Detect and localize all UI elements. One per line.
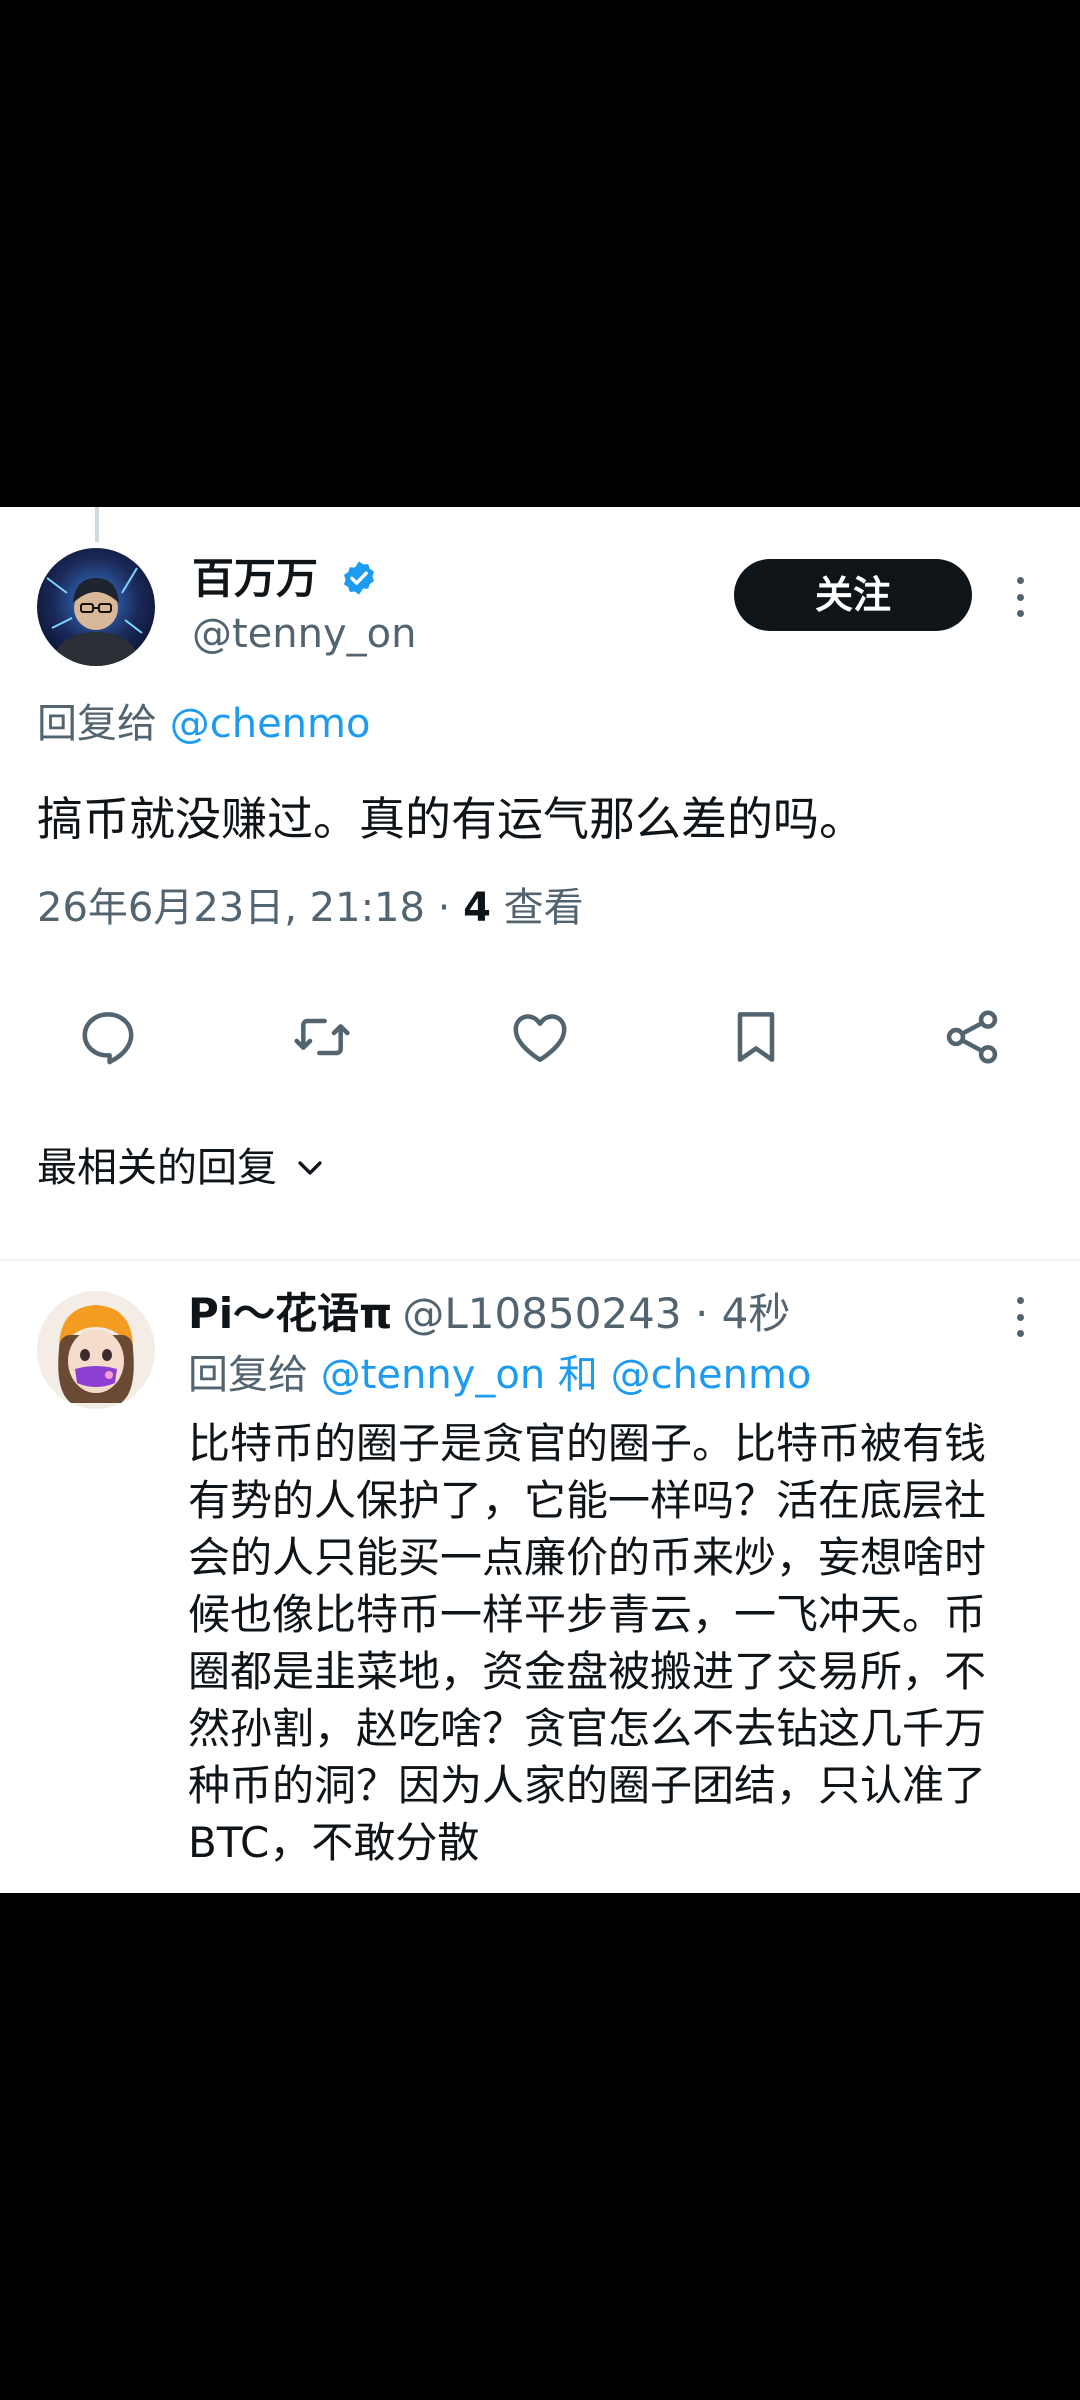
thread-line [95,507,99,542]
reply-to-prefix: 回复给 [37,701,157,747]
share-icon[interactable] [940,1005,1004,1069]
sort-replies-dropdown[interactable]: 最相关的回复 [37,1142,327,1194]
reply-display-name[interactable]: Pi～花语π [188,1289,392,1338]
top-black-area [0,0,1080,507]
tweet-text: 搞币就没赚过。真的有运气那么差的吗。 [37,792,865,846]
tweet-card: 百万万 @tenny_on 关注 回复给 @chenmo 搞币就没赚过。真的有运… [0,507,1080,1893]
reply-text: 比特币的圈子是贪官的圈子。比特币被有钱 有势的人保护了，它能一样吗？活在底层社 … [188,1415,1048,1871]
display-name[interactable]: 百万万 [192,553,318,605]
reply-handle[interactable]: @L10850243 [402,1289,681,1338]
like-icon[interactable] [508,1005,572,1069]
reply-text-line: BTC，不敢分散 [188,1818,480,1867]
avatar[interactable] [37,548,155,666]
reply-to-prefix: 回复给 [188,1352,308,1398]
reply-to-handle-link[interactable]: @tenny_on [321,1352,546,1398]
reply-text-line: 候也像比特币一样平步青云，一飞冲天。币 [188,1590,987,1639]
bottom-black-area [0,1893,1080,2400]
tweet-meta: 26年6月23日, 21:18 · 4 查看 [37,882,584,934]
reply-time: · 4秒 [694,1289,791,1338]
retweet-icon[interactable] [290,1005,354,1069]
timestamp[interactable]: 26年6月23日, 21:18 · [37,885,463,931]
reply-text-line: 种币的洞？因为人家的圈子团结，只认准了 [188,1761,987,1810]
reply-to-handle-link[interactable]: @chenmo [170,701,371,747]
reply-to-line: 回复给 @chenmo [37,699,370,749]
views-label: 查看 [490,885,584,931]
reply-icon[interactable] [76,1005,140,1069]
follow-button[interactable]: 关注 [734,559,972,631]
views-count: 4 [463,885,491,931]
reply-text-line: 有势的人保护了，它能一样吗？活在底层社 [188,1476,987,1525]
reply-text-line: 比特币的圈子是贪官的圈子。比特币被有钱 [188,1419,987,1468]
sort-label: 最相关的回复 [37,1145,277,1191]
reply-header: Pi～花语π @L10850243 · 4秒 [188,1287,790,1341]
reply-text-line: 然孙割，赵吃啥？贪官怎么不去钻这几千万 [188,1704,987,1753]
reply-to-conjunction: 和 [545,1352,611,1398]
chevron-down-icon [298,1161,322,1175]
reply-text-line: 圈都是韭菜地，资金盘被搬进了交易所，不 [188,1647,987,1696]
reply-to-line: 回复给 @tenny_on 和 @chenmo [188,1349,811,1401]
bookmark-icon[interactable] [724,1005,788,1069]
more-options-icon[interactable] [1010,577,1030,617]
reply-text-line: 会的人只能买一点廉价的币来炒，妄想啥时 [188,1533,987,1582]
verified-badge-icon [343,561,375,595]
handle[interactable]: @tenny_on [192,609,417,659]
reply-to-handle-link[interactable]: @chenmo [611,1352,812,1398]
divider [0,1259,1080,1261]
reply-avatar[interactable] [37,1291,155,1409]
reply-more-options-icon[interactable] [1010,1297,1030,1337]
